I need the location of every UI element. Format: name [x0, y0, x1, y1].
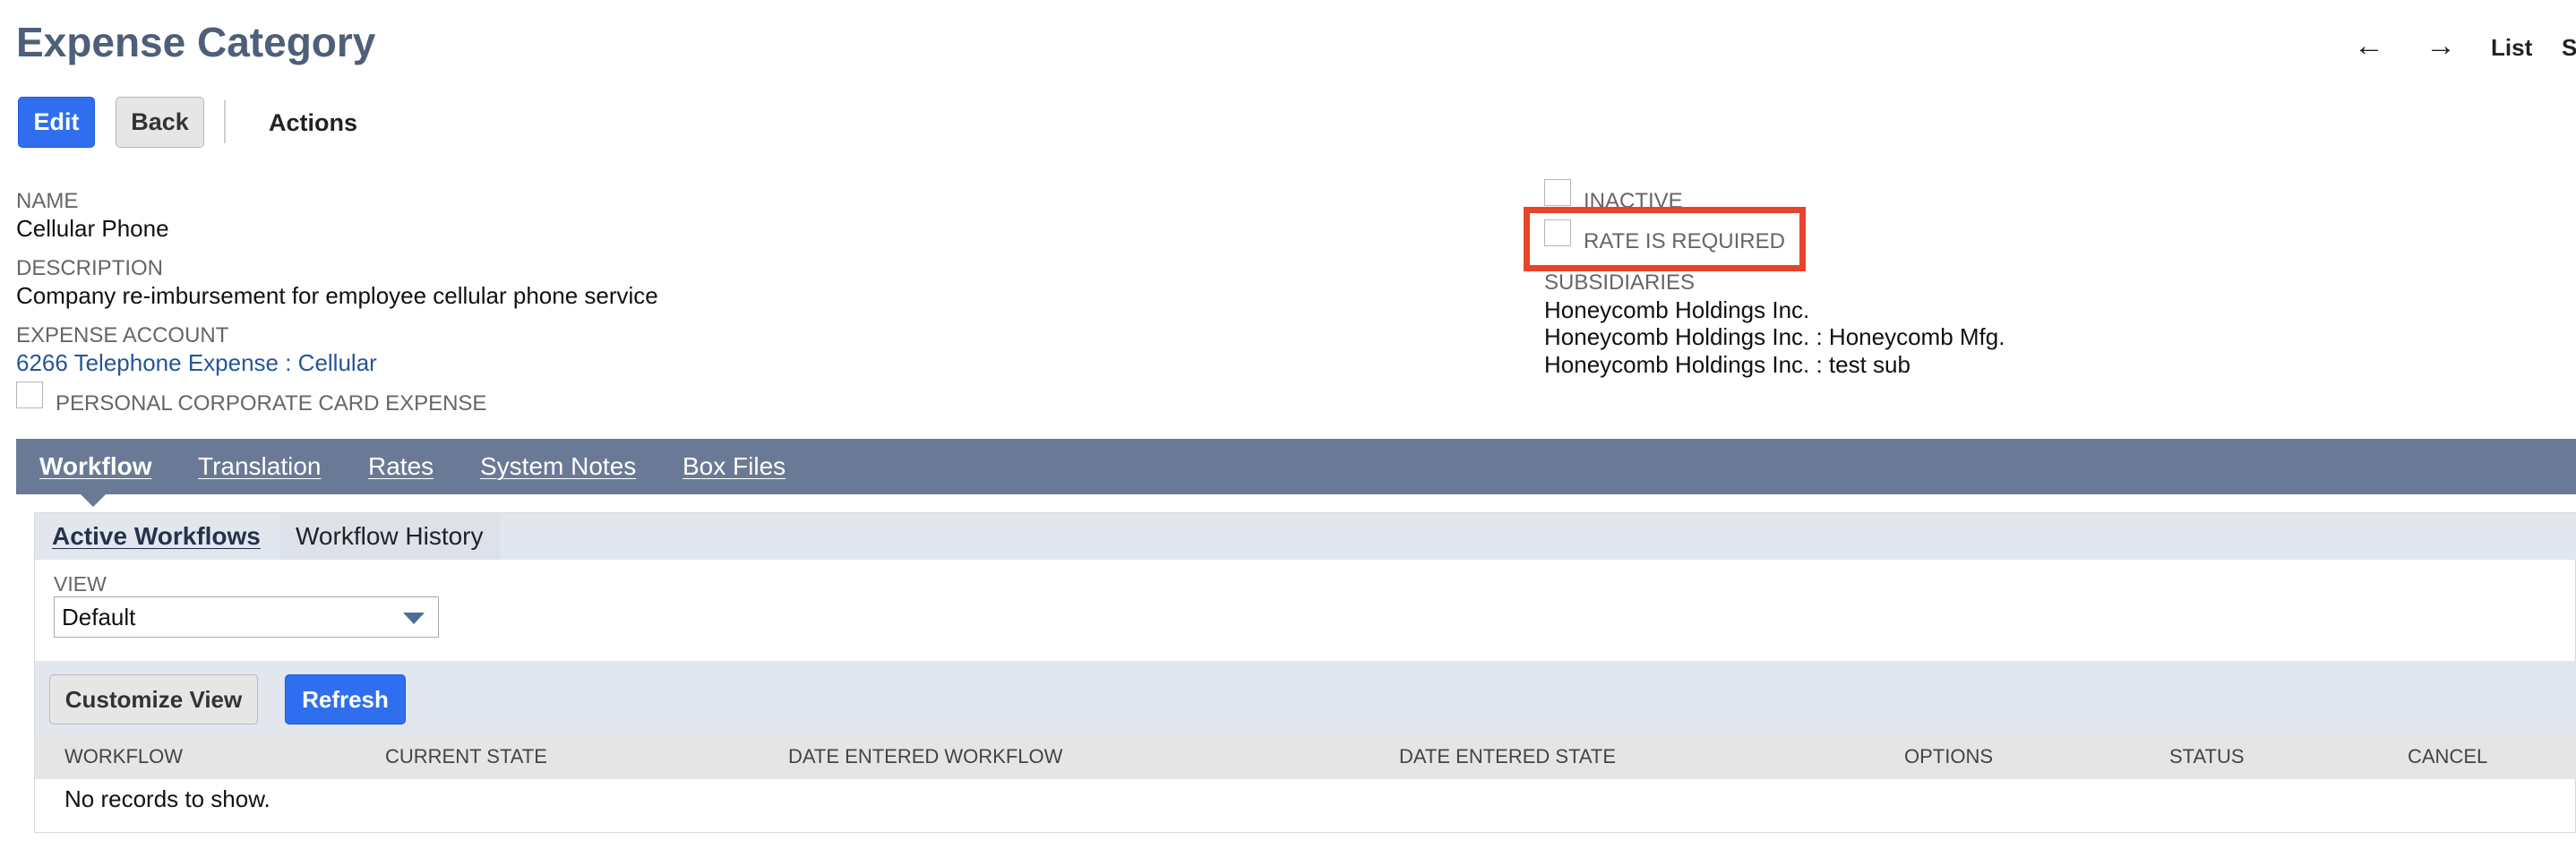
previous-record-arrow-icon[interactable]: ←	[2354, 29, 2384, 64]
active-tab-pointer	[81, 494, 106, 507]
customize-view-button[interactable]: Customize View	[49, 674, 258, 725]
tab-active-workflows[interactable]: Active Workflows	[52, 522, 261, 551]
column-header-date-entered-state[interactable]: DATE ENTERED STATE	[1399, 745, 1616, 768]
search-link[interactable]: S	[2562, 34, 2576, 62]
subsidiary-item: Honeycomb Holdings Inc. : Honeycomb Mfg.	[1544, 323, 2005, 350]
subsidiary-item: Honeycomb Holdings Inc.	[1544, 296, 1810, 323]
description-value: Company re-imbursement for employee cell…	[16, 282, 658, 309]
actions-menu[interactable]: Actions	[269, 109, 357, 137]
inactive-checkbox[interactable]	[1544, 179, 1571, 206]
next-record-arrow-icon[interactable]: →	[2426, 29, 2456, 64]
personal-card-checkbox[interactable]	[16, 382, 43, 408]
view-select[interactable]: Default	[54, 596, 439, 638]
personal-card-label: PERSONAL CORPORATE CARD EXPENSE	[56, 391, 487, 416]
page-title: Expense Category	[16, 19, 376, 65]
column-header-status[interactable]: STATUS	[2169, 745, 2245, 768]
name-label: NAME	[16, 189, 79, 213]
tab-system-notes[interactable]: System Notes	[480, 452, 636, 481]
edit-button[interactable]: Edit	[18, 97, 95, 148]
column-header-current-state[interactable]: CURRENT STATE	[385, 745, 547, 768]
list-button-bar	[35, 661, 2576, 734]
tab-workflow-history[interactable]: Workflow History	[296, 522, 484, 551]
tab-workflow[interactable]: Workflow	[39, 452, 151, 481]
expense-account-label: EXPENSE ACCOUNT	[16, 323, 229, 347]
tab-translation[interactable]: Translation	[198, 452, 321, 481]
subsidiaries-label: SUBSIDIARIES	[1544, 270, 1696, 295]
toolbar-divider	[224, 100, 226, 143]
list-link[interactable]: List	[2491, 34, 2532, 62]
description-label: DESCRIPTION	[16, 256, 164, 280]
tab-box-files[interactable]: Box Files	[683, 452, 786, 481]
column-header-workflow[interactable]: WORKFLOW	[64, 745, 183, 768]
name-value: Cellular Phone	[16, 215, 169, 242]
column-header-cancel[interactable]: CANCEL	[2408, 745, 2487, 768]
view-label: VIEW	[54, 572, 107, 596]
rate-required-highlight-box	[1524, 207, 1806, 271]
refresh-button[interactable]: Refresh	[285, 674, 406, 725]
column-header-date-entered-workflow[interactable]: DATE ENTERED WORKFLOW	[788, 745, 1062, 768]
empty-table-message: No records to show.	[64, 785, 270, 812]
back-button[interactable]: Back	[116, 97, 204, 148]
tab-rates[interactable]: Rates	[368, 452, 434, 481]
chevron-down-icon[interactable]	[403, 613, 425, 624]
subsidiary-item: Honeycomb Holdings Inc. : test sub	[1544, 351, 1911, 378]
column-header-options[interactable]: OPTIONS	[1904, 745, 1993, 768]
expense-account-link[interactable]: 6266 Telephone Expense : Cellular	[16, 349, 377, 377]
